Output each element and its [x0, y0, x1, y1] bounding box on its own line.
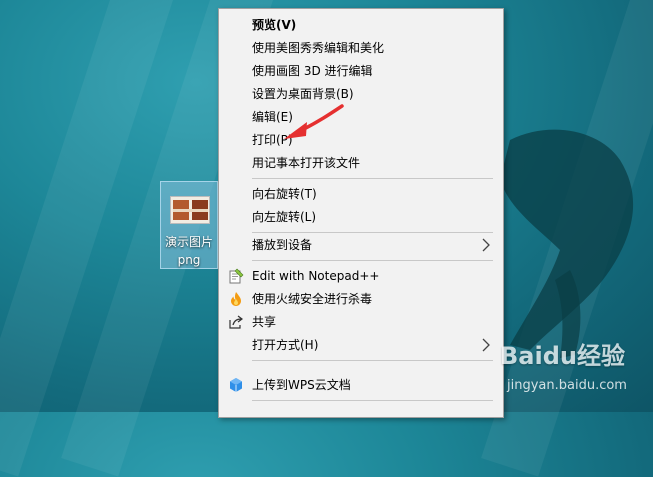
menu-separator: [252, 178, 493, 179]
chevron-right-icon: [482, 238, 490, 252]
context-menu: 预览(V) 使用美图秀秀编辑和美化 使用画图 3D 进行编辑 设置为桌面背景(B…: [218, 8, 504, 418]
menu-item-share[interactable]: 共享: [219, 311, 503, 334]
image-thumbnail-icon: [170, 196, 210, 224]
menu-item-paint3d-edit[interactable]: 使用画图 3D 进行编辑: [219, 60, 503, 83]
menu-separator: [252, 360, 493, 361]
wps-cloud-icon: [230, 378, 242, 392]
menu-item-print[interactable]: 打印(P): [219, 129, 503, 152]
menu-item-huorong-scan[interactable]: 使用火绒安全进行杀毒: [219, 288, 503, 311]
menu-item-label: 使用火绒安全进行杀毒: [252, 292, 373, 306]
menu-item-edit[interactable]: 编辑(E): [219, 106, 503, 129]
desktop-file-icon[interactable]: 演示图片 png: [160, 181, 218, 269]
baidu-watermark-url: jingyan.baidu.com: [507, 378, 627, 393]
menu-item-meitu-edit[interactable]: 使用美图秀秀编辑和美化: [219, 37, 503, 60]
menu-separator: [252, 260, 493, 261]
menu-separator: [252, 232, 493, 233]
menu-item-label: 播放到设备: [252, 238, 313, 252]
menu-item-label: 向左旋转(L): [252, 210, 317, 224]
menu-item-label: 上传到WPS云文档: [252, 378, 351, 392]
menu-item-label: 打开方式(H): [252, 338, 319, 352]
chevron-right-icon: [482, 338, 490, 352]
menu-item-open-notepad[interactable]: 用记事本打开该文件: [219, 152, 503, 175]
menu-item-cast-to-device[interactable]: 播放到设备: [219, 234, 503, 257]
menu-item-set-wallpaper[interactable]: 设置为桌面背景(B): [219, 83, 503, 106]
menu-item-label: 向右旋转(T): [252, 187, 317, 201]
share-icon: [229, 315, 243, 329]
menu-item-label: 使用美图秀秀编辑和美化: [252, 41, 385, 55]
menu-item-open-with[interactable]: 打开方式(H): [219, 334, 503, 357]
menu-separator: [252, 400, 493, 401]
file-name-label: 演示图片: [164, 235, 213, 249]
menu-item-label: 共享: [252, 315, 277, 329]
menu-item-label: Edit with Notepad++: [252, 269, 380, 283]
huorong-security-icon: [231, 292, 241, 306]
menu-item-label: 使用画图 3D 进行编辑: [252, 64, 373, 78]
menu-item-rotate-right[interactable]: 向右旋转(T): [219, 183, 503, 206]
file-extension-label: png: [177, 253, 201, 267]
menu-item-label: 用记事本打开该文件: [252, 156, 361, 170]
menu-item-rotate-left[interactable]: 向左旋转(L): [219, 206, 503, 229]
notepad-plus-plus-icon: [229, 268, 244, 284]
annotation-arrow-icon: [284, 104, 344, 139]
baidu-watermark: Baidu经验: [500, 342, 625, 370]
menu-item-notepad-plus-plus[interactable]: Edit with Notepad++: [219, 265, 503, 288]
menu-item-preview[interactable]: 预览(V): [219, 14, 503, 37]
menu-item-wps-upload[interactable]: 上传到WPS云文档: [219, 374, 503, 397]
menu-item-label: 预览(V): [252, 18, 297, 32]
